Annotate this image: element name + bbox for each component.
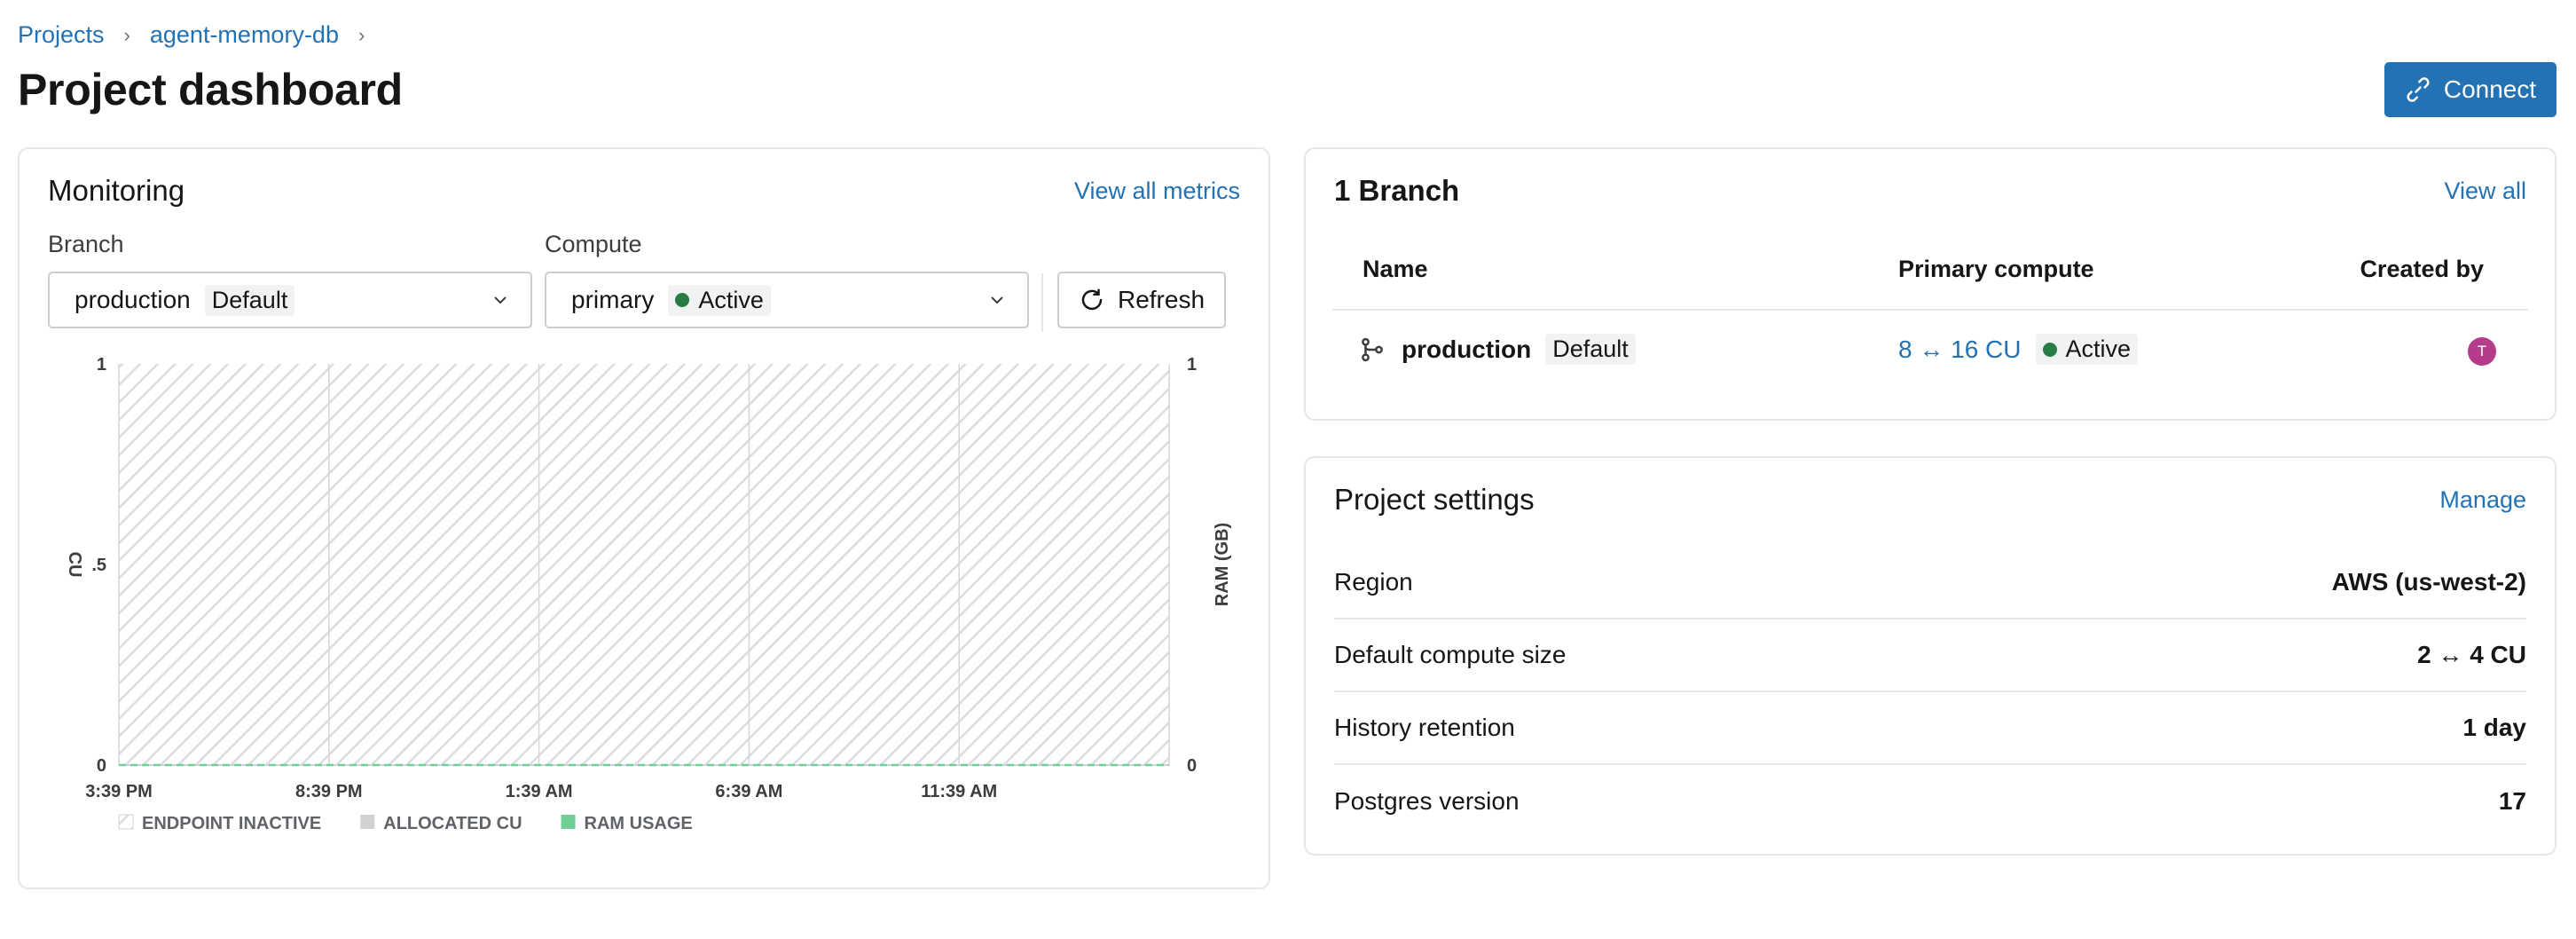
setting-value: 1 day: [2462, 714, 2526, 741]
x-tick-label: 1:39 AM: [506, 782, 573, 801]
setting-value: 2 ↔ 4 CU: [2417, 641, 2526, 668]
breadcrumb-projects[interactable]: Projects: [18, 21, 105, 49]
status-badge: Active: [2035, 334, 2139, 365]
column-header-name: Name: [1363, 256, 1428, 282]
table-row[interactable]: production Default: [1359, 334, 1636, 365]
endpoint-inactive-area: [119, 364, 329, 765]
x-tick-label: 6:39 AM: [715, 782, 782, 801]
legend-label: ALLOCATED CU: [383, 814, 522, 833]
y-tick-label: 1: [97, 355, 106, 375]
project-settings-title: Project settings: [1334, 483, 1535, 516]
branch-name[interactable]: production: [1402, 335, 1531, 364]
setting-label: Default compute size: [1334, 641, 1567, 668]
connect-button[interactable]: Connect: [2384, 62, 2556, 117]
page-title: Project dashboard: [18, 65, 403, 114]
y2-tick-label: 0: [1187, 756, 1197, 776]
legend-swatch: [360, 815, 375, 829]
endpoint-inactive-area: [328, 364, 539, 765]
primary-compute-cell: 8 ↔ 16 CU Active: [1898, 334, 2139, 365]
active-dot-icon: [2042, 342, 2057, 357]
x-tick-label: 11:39 AM: [921, 782, 997, 801]
setting-row-region: Region AWS (us-west-2): [1334, 547, 2526, 619]
breadcrumb-project[interactable]: agent-memory-db: [150, 21, 339, 49]
branch-icon: [1362, 337, 1383, 361]
endpoint-inactive-area: [959, 364, 1169, 765]
column-header-created-by: Created by: [2360, 256, 2484, 282]
setting-row-postgres-version: Postgres version 17: [1334, 765, 2526, 838]
y-tick-label: .5: [91, 556, 106, 575]
monitoring-card: Monitoring View all metrics Branch produ…: [18, 147, 1270, 889]
compute-size-link[interactable]: 8 ↔ 16 CU: [1898, 335, 2022, 364]
x-tick-label: 3:39 PM: [85, 782, 153, 801]
chevron-right-icon: ›: [357, 23, 365, 46]
breadcrumb: Projects › agent-memory-db ›: [18, 21, 384, 49]
link-icon: [2407, 77, 2430, 102]
connect-button-label: Connect: [2443, 75, 2537, 103]
chevron-right-icon: ›: [123, 23, 130, 46]
project-settings-card: Project settings Manage Region AWS (us-w…: [1304, 456, 2556, 856]
legend-swatch: [118, 814, 134, 830]
view-all-branches-link[interactable]: View all: [2444, 178, 2526, 205]
setting-value: 17: [2498, 787, 2526, 815]
legend-swatch: [561, 815, 576, 829]
legend-label: RAM USAGE: [585, 814, 693, 833]
setting-row-history-retention: History retention 1 day: [1334, 692, 2526, 765]
endpoint-inactive-area: [538, 364, 750, 765]
legend-label: ENDPOINT INACTIVE: [142, 814, 321, 833]
monitoring-chart: 0 .5 1 0 1 3:39 PM 8:39 PM 1:39 AM 6:39 AM 11:39 …: [65, 355, 1232, 833]
status-text: Active: [2065, 335, 2132, 362]
branch-card: 1 Branch View all Name Primary compute C…: [1304, 147, 2556, 421]
y2-tick-label: 1: [1187, 355, 1197, 375]
x-tick-label: 8:39 PM: [295, 782, 363, 801]
avatar[interactable]: T: [2468, 337, 2496, 366]
setting-row-compute-size: Default compute size 2 ↔ 4 CU: [1334, 619, 2526, 692]
endpoint-inactive-area: [749, 364, 960, 765]
branch-card-title: 1 Branch: [1334, 174, 1460, 207]
setting-label: Postgres version: [1334, 787, 1520, 815]
column-header-primary-compute: Primary compute: [1898, 256, 2094, 282]
setting-value: AWS (us-west-2): [2331, 568, 2526, 596]
y-tick-label: 0: [97, 756, 106, 776]
table-divider: [1332, 309, 2528, 311]
manage-link[interactable]: Manage: [2439, 486, 2526, 514]
default-badge: Default: [1545, 334, 1636, 365]
setting-label: Region: [1334, 568, 1413, 596]
setting-label: History retention: [1334, 714, 1515, 741]
y-axis-title: CU: [65, 552, 84, 578]
y2-axis-title: RAM (GB): [1213, 523, 1232, 606]
